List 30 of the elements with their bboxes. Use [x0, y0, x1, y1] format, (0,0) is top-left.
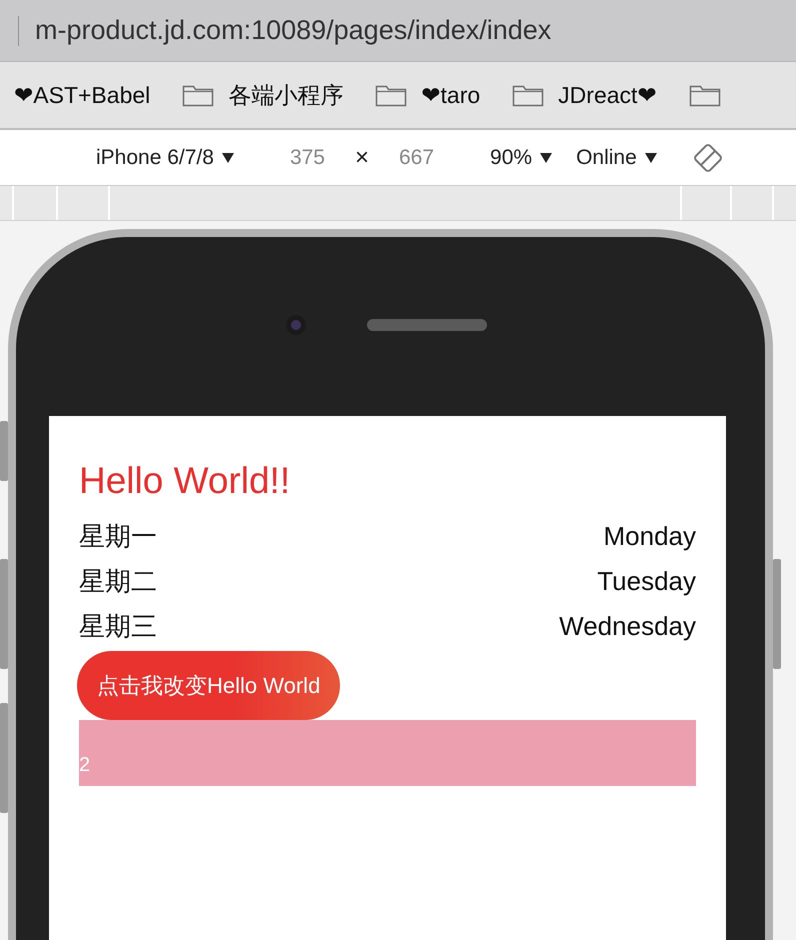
weekday-chinese: 星期一 — [79, 520, 157, 553]
counter-text: 2 — [79, 753, 90, 778]
weekday-english: Tuesday — [597, 565, 696, 598]
weekday-english: Wednesday — [559, 610, 696, 643]
weekday-chinese: 星期三 — [79, 610, 157, 643]
bookmark-folder[interactable]: JDreact❤ — [512, 82, 657, 108]
folder-icon — [688, 83, 721, 107]
dimension-separator: × — [354, 144, 369, 172]
folder-icon — [375, 83, 408, 107]
caret-icon — [540, 152, 552, 163]
change-text-button[interactable]: 点击我改变Hello World — [77, 651, 340, 720]
caret-icon — [222, 152, 234, 163]
folder-icon — [512, 83, 544, 107]
bookmark-folder[interactable]: 各端小程序 — [182, 80, 344, 110]
speaker-grille-icon — [366, 319, 486, 331]
weekday-chinese: 星期二 — [79, 565, 157, 598]
zoom-dropdown[interactable]: 90% — [490, 146, 552, 170]
camera-icon — [284, 314, 306, 336]
caret-icon — [644, 152, 657, 163]
bookmark-folder[interactable] — [688, 83, 721, 107]
device-dropdown[interactable]: iPhone 6/7/8 — [96, 146, 234, 170]
bookmark[interactable]: ❤AST+Babel — [14, 82, 150, 108]
page-title: Hello World!! — [79, 459, 292, 503]
height-field[interactable]: 667 — [399, 146, 434, 170]
weekday-english: Monday — [604, 520, 696, 553]
width-field[interactable]: 375 — [290, 146, 325, 170]
network-dropdown[interactable]: Online — [576, 146, 657, 170]
bookmark-folder[interactable]: ❤taro — [375, 82, 480, 108]
folder-icon — [182, 83, 214, 107]
rotate-icon[interactable] — [692, 142, 723, 172]
